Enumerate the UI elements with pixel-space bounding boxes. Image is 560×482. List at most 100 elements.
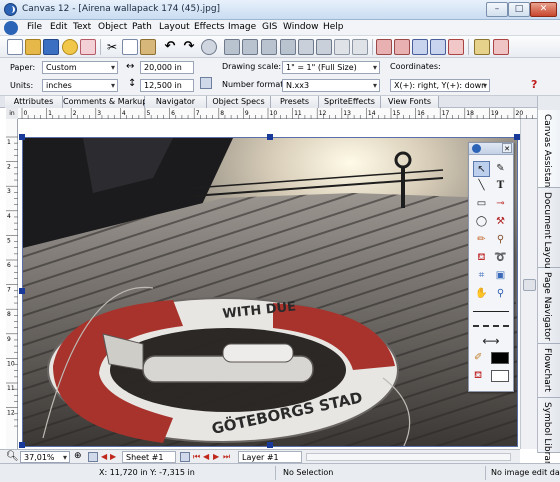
drawing-scale-select[interactable]: 1" = 1" (Full Size) xyxy=(282,61,380,74)
selection-handle[interactable] xyxy=(19,134,25,140)
ungroup-icon[interactable] xyxy=(242,39,258,55)
dimension-icon[interactable] xyxy=(376,39,392,55)
menu-object[interactable]: Object xyxy=(98,22,127,32)
paste-icon[interactable] xyxy=(140,39,156,55)
layer-field[interactable]: Layer #1 xyxy=(238,451,302,463)
selection-handle[interactable] xyxy=(19,442,25,448)
brush-icon[interactable]: ✎ xyxy=(492,161,509,177)
pen-tool-icon[interactable] xyxy=(474,39,490,55)
save-icon[interactable] xyxy=(43,39,59,55)
units-select[interactable]: inches xyxy=(42,79,118,92)
palette-close-button[interactable]: ✕ xyxy=(502,143,512,153)
last-layer-button[interactable]: ⏭ xyxy=(223,452,230,462)
transform-icon[interactable] xyxy=(412,39,428,55)
selection-handle[interactable] xyxy=(19,288,25,294)
lock-icon[interactable] xyxy=(334,39,350,55)
split-icon[interactable] xyxy=(280,39,296,55)
first-layer-button[interactable]: ⏮ xyxy=(193,452,200,462)
rotate-icon[interactable] xyxy=(201,39,217,55)
menu-text[interactable]: Text xyxy=(73,22,91,32)
line-tool-icon[interactable]: ╲ xyxy=(473,178,490,194)
arrange-icon[interactable] xyxy=(298,39,314,55)
horizontal-scrollbar[interactable] xyxy=(306,453,511,461)
selection-arrow-icon[interactable]: ↖ xyxy=(473,161,490,177)
zoom-select[interactable]: 37,01% xyxy=(20,451,70,463)
new-document-icon[interactable] xyxy=(7,39,23,55)
sidetab-flowchart[interactable]: Flowchart xyxy=(538,344,560,398)
stamp-tool-icon[interactable]: ⚒ xyxy=(492,214,509,230)
fill-color-swatch[interactable] xyxy=(491,370,509,382)
sidetab-document-layout[interactable]: Document Layout xyxy=(538,188,560,272)
help-pointer-icon[interactable] xyxy=(493,39,509,55)
hand-pan-icon[interactable]: ✋ xyxy=(473,286,490,302)
next-sheet-button[interactable]: ▶ xyxy=(110,452,116,461)
menu-image[interactable]: Image xyxy=(228,22,256,32)
orientation-icon[interactable] xyxy=(200,77,212,89)
vertical-scrollbar[interactable] xyxy=(520,119,537,449)
sheet-field[interactable]: Sheet #1 xyxy=(122,451,176,463)
print-icon[interactable] xyxy=(62,39,78,55)
undo-icon[interactable]: ↶ xyxy=(162,39,178,55)
prev-layer-button[interactable]: ◀ xyxy=(203,452,209,461)
pen-color-swatch[interactable] xyxy=(491,352,509,364)
sidetab-symbol-library[interactable]: Symbol Library xyxy=(538,398,560,470)
measure-icon[interactable] xyxy=(394,39,410,55)
zoom-in-icon[interactable]: ⊕ xyxy=(74,451,82,461)
zoom-out-icon[interactable]: 🔍︎ xyxy=(6,451,19,462)
paint-bucket-icon[interactable]: ⛾ xyxy=(473,250,490,266)
paper-select[interactable]: Custom xyxy=(42,61,118,74)
menu-effects[interactable]: Effects xyxy=(194,22,225,32)
minimize-button[interactable]: – xyxy=(486,2,508,17)
vertical-ruler[interactable]: 1 2 3 4 5 6 7 8 9 10 11 12 xyxy=(6,119,18,449)
tab-object-specs[interactable]: Object Specs xyxy=(207,96,271,108)
prev-sheet-button[interactable]: ◀ xyxy=(101,452,107,461)
tab-view-fonts[interactable]: View Fonts xyxy=(381,96,439,108)
tab-presets[interactable]: Presets xyxy=(271,96,319,108)
width-field[interactable]: 20,000 in xyxy=(140,61,194,74)
scrollbar-thumb[interactable] xyxy=(523,279,536,291)
text-tool-icon[interactable]: T xyxy=(492,178,509,194)
effects-icon[interactable] xyxy=(430,39,446,55)
open-folder-icon[interactable] xyxy=(25,39,41,55)
selection-handle[interactable] xyxy=(267,442,273,448)
selection-handle[interactable] xyxy=(267,134,273,140)
image-tool-icon[interactable]: ▣ xyxy=(492,268,509,284)
dash-style-icon[interactable] xyxy=(473,325,509,327)
ellipse-tool-icon[interactable]: ◯ xyxy=(473,214,490,230)
menu-help[interactable]: Help xyxy=(323,22,344,32)
menu-layout[interactable]: Layout xyxy=(159,22,190,32)
menu-path[interactable]: Path xyxy=(132,22,152,32)
placed-photo[interactable]: WITH DUE GÖTEBORGS STAD xyxy=(22,137,518,447)
height-field[interactable]: 12,500 in xyxy=(140,79,194,92)
next-layer-button[interactable]: ▶ xyxy=(213,452,219,461)
redo-icon[interactable]: ↷ xyxy=(181,39,197,55)
fill-color-icon[interactable]: ⛾ xyxy=(474,370,486,382)
image-icon[interactable] xyxy=(448,39,464,55)
number-format-select[interactable]: N.xx3 xyxy=(282,79,380,92)
unlock-icon[interactable] xyxy=(352,39,368,55)
menu-edit[interactable]: Edit xyxy=(50,22,67,32)
tab-navigator[interactable]: Navigator xyxy=(145,96,207,108)
pencil-tool-icon[interactable]: ✏ xyxy=(473,232,490,248)
layer-icon[interactable] xyxy=(180,452,190,462)
app-logo-icon[interactable] xyxy=(4,3,17,16)
page-icon[interactable] xyxy=(88,452,98,462)
rectangle-tool-icon[interactable]: ▭ xyxy=(473,196,490,212)
group-icon[interactable] xyxy=(224,39,240,55)
arrow-style-icon[interactable]: ⟷ xyxy=(473,333,509,349)
lasso-icon[interactable]: ➰ xyxy=(492,250,509,266)
copy-icon[interactable] xyxy=(122,39,138,55)
maximize-button[interactable]: □ xyxy=(508,2,530,17)
horizontal-ruler[interactable]: 0 1 2 3 4 5 6 7 8 9 10 11 12 13 14 15 16 17 18 19 20 xyxy=(18,108,537,119)
line-weight-icon[interactable] xyxy=(473,311,509,312)
connector-tool-icon[interactable]: ⊸ xyxy=(492,196,509,212)
crop-icon[interactable]: ⌗ xyxy=(473,268,490,284)
palette-header[interactable]: ✕ xyxy=(469,143,513,155)
coordinates-select[interactable]: X(+): right, Y(+): down xyxy=(390,79,490,92)
menu-window[interactable]: Window xyxy=(283,22,319,32)
align-icon[interactable] xyxy=(316,39,332,55)
tab-comments-markup[interactable]: Comments & Markup xyxy=(63,96,147,108)
close-button[interactable]: ✕ xyxy=(530,2,557,17)
document-menu-icon[interactable] xyxy=(4,21,18,35)
cut-icon[interactable]: ✂ xyxy=(104,39,120,55)
